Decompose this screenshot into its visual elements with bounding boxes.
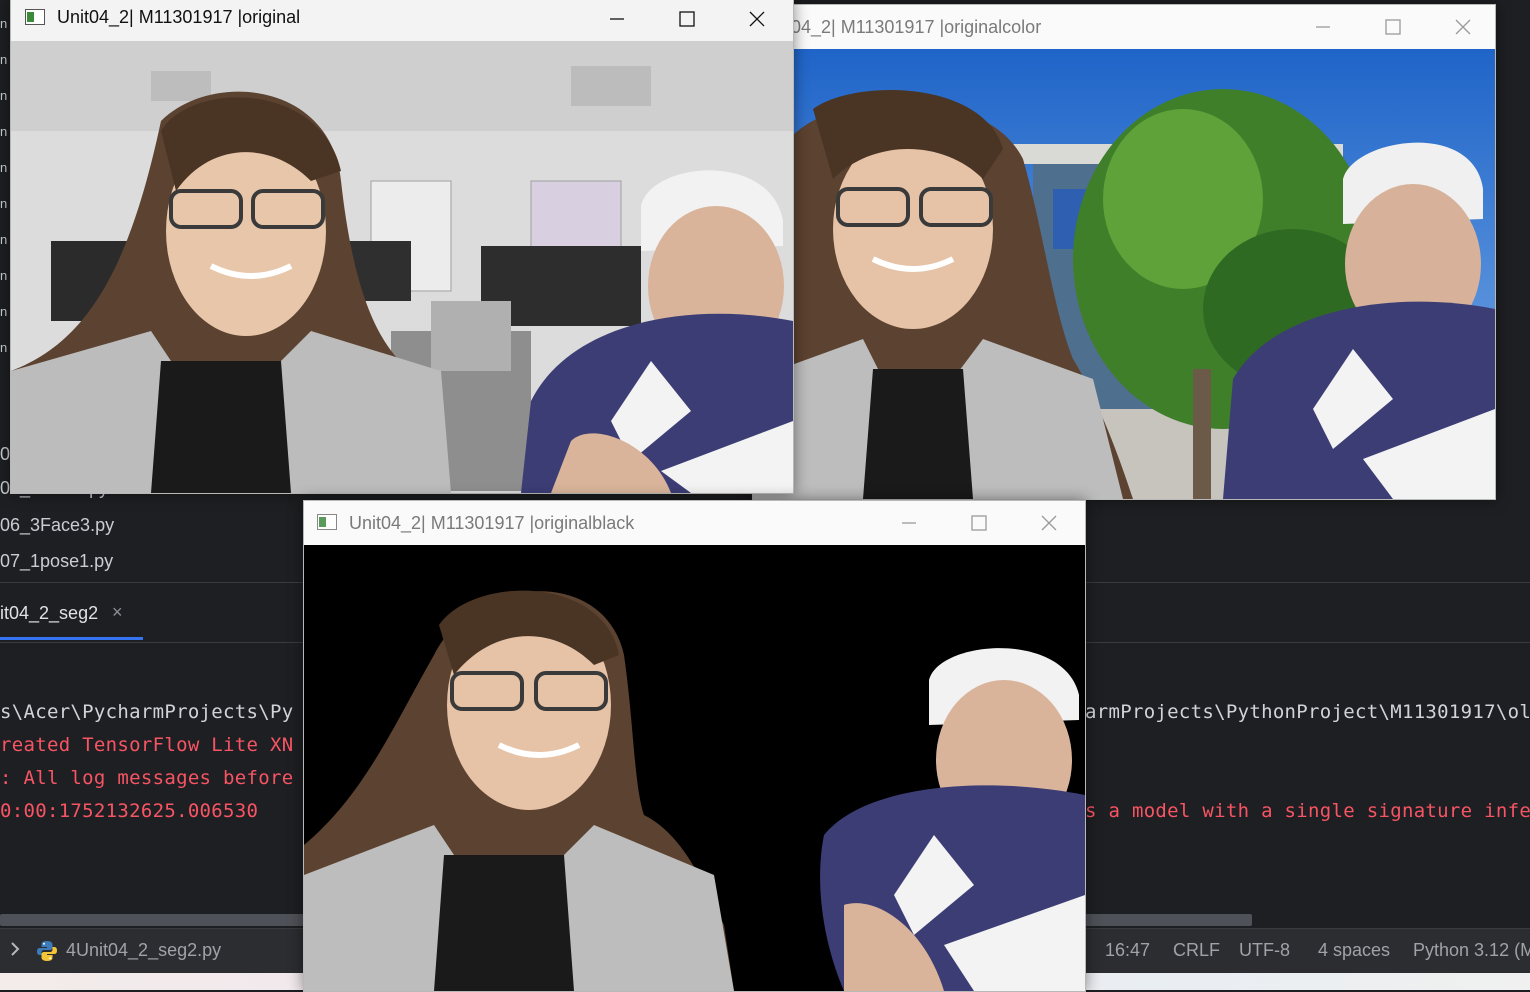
- project-tree-item[interactable]: n: [0, 160, 7, 175]
- window-title: Unit04_2| M11301917 |original: [57, 7, 301, 27]
- camera-frame-originalblack: [304, 545, 1085, 991]
- segmented-black-image: [304, 545, 1085, 991]
- window-title: 04_2| M11301917 |originalcolor: [791, 17, 1042, 37]
- title-bar[interactable]: 04_2| M11301917 |originalcolor: [753, 5, 1495, 49]
- minimize-button[interactable]: [587, 0, 647, 39]
- python-file-icon: [37, 941, 57, 961]
- line-separator[interactable]: CRLF: [1173, 940, 1220, 961]
- project-tree-item[interactable]: n: [0, 88, 7, 103]
- console-line: armProjects\PythonProject\M11301917\ol: [1085, 701, 1530, 723]
- project-tree-item[interactable]: n: [0, 340, 7, 355]
- minimize-icon: [610, 18, 624, 20]
- close-icon: [1455, 19, 1471, 35]
- window-app-icon: [25, 9, 45, 25]
- console-line: reated TensorFlow Lite XN: [0, 734, 294, 756]
- minimize-icon: [1316, 26, 1330, 28]
- close-icon: [1041, 515, 1057, 531]
- breadcrumb-file[interactable]: 4Unit04_2_seg2.py: [66, 940, 221, 961]
- project-tree-item[interactable]: n: [0, 124, 7, 139]
- minimize-button[interactable]: [879, 503, 939, 543]
- console-line: 0:00:1752132625.006530: [0, 800, 259, 822]
- project-tree-item[interactable]: n: [0, 16, 7, 31]
- close-button[interactable]: [1019, 503, 1079, 543]
- maximize-button[interactable]: [949, 503, 1009, 543]
- close-button[interactable]: [1433, 7, 1493, 47]
- background-replaced-image: [753, 49, 1495, 499]
- console-line: s\Acer\PycharmProjects\Py: [0, 701, 294, 723]
- maximize-icon: [1385, 19, 1401, 35]
- indent-setting[interactable]: 4 spaces: [1318, 940, 1390, 961]
- file-encoding[interactable]: UTF-8: [1239, 940, 1290, 961]
- project-file-item[interactable]: 07_1pose1.py: [0, 551, 113, 572]
- window-app-icon: [317, 514, 337, 530]
- python-interpreter[interactable]: Python 3.12 (M: [1413, 940, 1530, 961]
- maximize-button[interactable]: [657, 0, 717, 39]
- project-tree-item[interactable]: n: [0, 268, 7, 283]
- title-bar[interactable]: Unit04_2| M11301917 |original: [11, 0, 793, 39]
- webcam-image: [11, 41, 793, 493]
- window-original[interactable]: Unit04_2| M11301917 |original: [10, 0, 794, 494]
- console-line: s a model with a single signature infe: [1085, 800, 1530, 822]
- window-title: Unit04_2| M11301917 |originalblack: [349, 513, 635, 533]
- window-originalcolor[interactable]: 04_2| M11301917 |originalcolor: [752, 4, 1496, 500]
- maximize-icon: [971, 515, 987, 531]
- tab-active-indicator: [0, 637, 143, 640]
- project-file-item[interactable]: 06_3Face3.py: [0, 515, 114, 536]
- run-tab[interactable]: it04_2_seg2 ×: [0, 598, 145, 642]
- close-icon: [749, 11, 765, 27]
- maximize-icon: [679, 11, 695, 27]
- maximize-button[interactable]: [1363, 7, 1423, 47]
- project-tree-item[interactable]: n: [0, 196, 7, 211]
- project-tree-item[interactable]: n: [0, 52, 7, 67]
- chevron-right-icon[interactable]: [8, 941, 22, 957]
- title-bar[interactable]: Unit04_2| M11301917 |originalblack: [304, 501, 1085, 545]
- window-originalblack[interactable]: Unit04_2| M11301917 |originalblack: [303, 500, 1086, 992]
- project-tree-item[interactable]: n: [0, 304, 7, 319]
- minimize-button[interactable]: [1293, 7, 1353, 47]
- run-tab-label: it04_2_seg2: [0, 603, 99, 623]
- minimize-icon: [902, 522, 916, 524]
- close-button[interactable]: [727, 0, 787, 39]
- close-icon[interactable]: ×: [112, 602, 123, 623]
- camera-frame-original: [11, 41, 793, 493]
- cursor-position[interactable]: 16:47: [1105, 940, 1150, 961]
- console-line: : All log messages before: [0, 767, 294, 789]
- camera-frame-originalcolor: [753, 49, 1495, 499]
- project-tree-item[interactable]: n: [0, 232, 7, 247]
